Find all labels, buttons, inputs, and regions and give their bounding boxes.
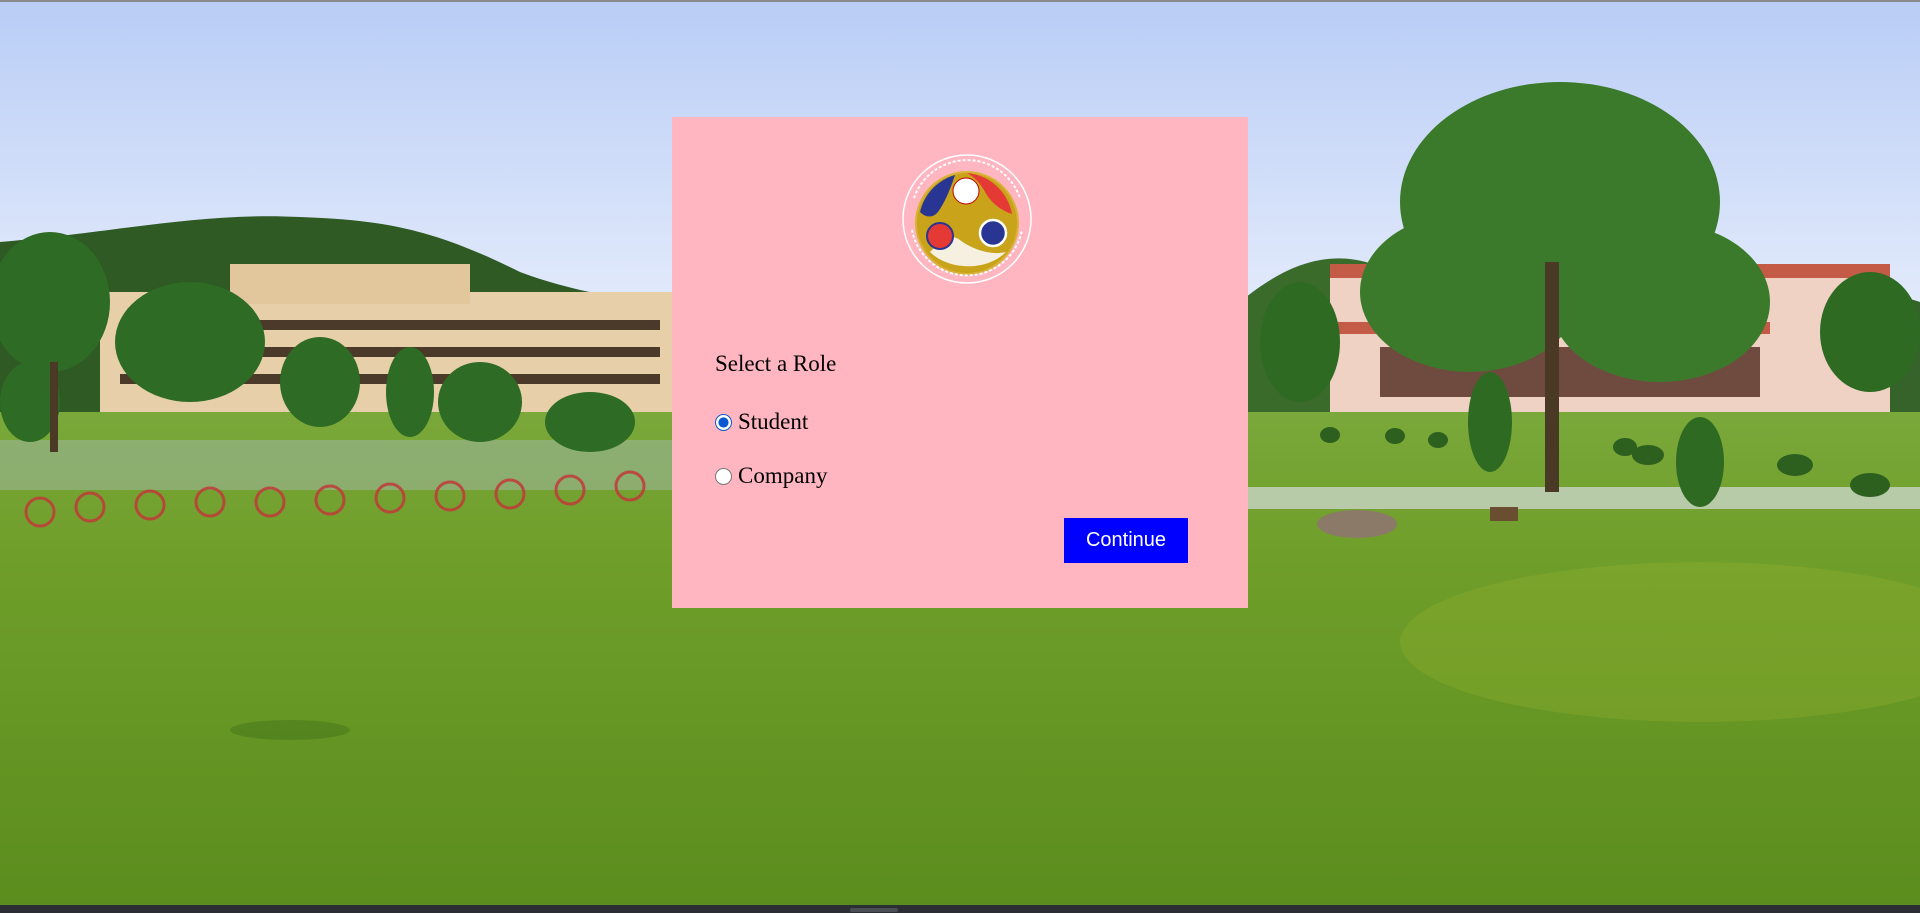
role-selection-card: Select a Role Student Company Continue — [672, 117, 1248, 608]
taskbar-handle — [850, 908, 898, 912]
select-role-heading: Select a Role — [715, 351, 837, 376]
institute-logo — [900, 152, 1034, 286]
company-label: Company — [738, 463, 828, 488]
role-option-company[interactable]: Company — [715, 461, 827, 491]
role-option-student[interactable]: Student — [715, 407, 808, 437]
student-radio[interactable] — [715, 413, 732, 431]
company-radio[interactable] — [715, 467, 732, 485]
taskbar-edge — [0, 905, 1920, 913]
iit-guwahati-emblem-icon — [901, 153, 1033, 285]
continue-button[interactable]: Continue — [1064, 518, 1188, 563]
student-label: Student — [738, 409, 809, 434]
